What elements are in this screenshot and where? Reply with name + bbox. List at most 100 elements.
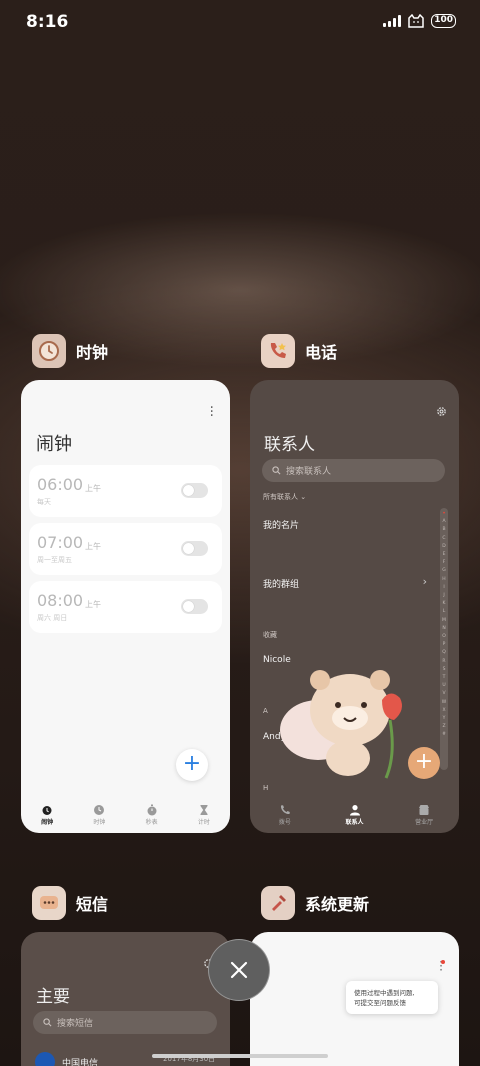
battery-icon: 100 (431, 14, 456, 28)
chevron-right-icon: › (422, 575, 427, 588)
add-alarm-button[interactable]: + (176, 749, 208, 781)
index-letter[interactable]: O (442, 633, 446, 641)
index-letter[interactable]: I (443, 584, 444, 592)
index-letter[interactable]: Q (442, 649, 446, 657)
section-letter: H (263, 784, 269, 792)
alarm-repeat: 每天 (37, 498, 51, 506)
clock-app-name: 时钟 (76, 343, 109, 362)
alarm-ampm: 上午 (85, 542, 101, 551)
phone-app-header[interactable]: 电话 (261, 334, 337, 368)
alphabet-index-scrollbar[interactable]: • A B C D E F G H I J K L M N O P Q R S T U V W X Y Z # (440, 508, 448, 770)
index-letter[interactable]: J (443, 592, 444, 600)
tooltip-line: 使用过程中遇到问题, (354, 989, 415, 997)
conversation-item[interactable]: 中国电信 (35, 1052, 98, 1066)
clock-app-card[interactable]: · · · 闹钟 06:00 上午 每天 07:00 上午 周一至周五 08:00 … (21, 380, 230, 833)
store-icon (419, 805, 430, 815)
sms-app-card[interactable]: 主要 搜索短信 中国电信 2017年8月30日 (21, 932, 230, 1066)
index-letter[interactable]: # (442, 731, 446, 739)
home-indicator[interactable] (152, 1054, 328, 1058)
tab-label: 秒表 (145, 819, 158, 826)
more-options-icon[interactable]: ··· (210, 401, 214, 423)
index-letter[interactable]: U (442, 682, 445, 690)
tab-label: 拨号 (278, 819, 291, 826)
update-app-header[interactable]: 系统更新 (261, 886, 369, 920)
alarm-toggle[interactable] (181, 483, 208, 498)
update-app-card[interactable]: ··· 使用过程中遇到问题, 可提交至问题反馈 (250, 932, 459, 1066)
sms-search-input[interactable]: 搜索短信 (33, 1011, 217, 1034)
index-letter[interactable]: B (442, 526, 445, 534)
china-telecom-logo (35, 1052, 55, 1066)
sender-name: 中国电信 (62, 1058, 99, 1066)
alarm-ampm: 上午 (85, 600, 101, 609)
notification-dot (441, 960, 445, 964)
phone-app-card[interactable]: 联系人 搜索联系人 所有联系人 ⌄ 我的名片 我的群组 › 收藏 Nicole … (250, 380, 459, 833)
alarm-toggle[interactable] (181, 599, 208, 614)
alarm-toggle[interactable] (181, 541, 208, 556)
update-app-name: 系统更新 (305, 895, 370, 914)
sms-app-icon[interactable] (32, 886, 66, 920)
alarm-time: 07:00 (37, 533, 84, 552)
clock-bottom-nav: 闹钟 时钟 秒表 计时 (21, 797, 230, 833)
tab-clock[interactable]: 时钟 (73, 797, 125, 833)
add-contact-button[interactable]: + (408, 747, 440, 779)
favorites-section-label: 收藏 (263, 631, 277, 639)
alarm-item[interactable]: 07:00 上午 周一至周五 (29, 523, 222, 575)
alarm-time: 08:00 (37, 591, 84, 610)
alarm-item[interactable]: 06:00 上午 每天 (29, 465, 222, 517)
index-letter[interactable]: E (443, 551, 446, 559)
signal-icon (383, 15, 402, 27)
index-letter[interactable]: P (443, 641, 446, 649)
index-letter[interactable]: G (442, 567, 446, 575)
alarm-ampm: 上午 (85, 484, 101, 493)
tab-label: 闹钟 (41, 819, 54, 826)
update-app-icon[interactable] (261, 886, 295, 920)
index-letter[interactable]: A (442, 518, 445, 526)
clock-app-icon[interactable] (32, 334, 66, 368)
sms-app-name: 短信 (76, 895, 109, 914)
my-card-item[interactable]: 我的名片 (263, 518, 299, 531)
index-letter[interactable]: K (443, 600, 446, 608)
index-letter[interactable]: W (442, 699, 446, 707)
status-time: 8:16 (26, 12, 69, 32)
index-letter[interactable]: F (443, 559, 446, 567)
all-contacts-label[interactable]: 所有联系人 ⌄ (263, 492, 306, 502)
tab-alarm[interactable]: 闹钟 (21, 797, 73, 833)
tab-service-hall[interactable]: 营业厅 (389, 797, 459, 833)
index-letter[interactable]: T (443, 674, 446, 682)
my-groups-item[interactable]: 我的群组 (263, 577, 299, 590)
index-letter[interactable]: H (442, 576, 445, 584)
phone-app-icon[interactable] (261, 334, 295, 368)
phone-app-name: 电话 (305, 343, 338, 362)
index-letter[interactable]: R (442, 658, 445, 666)
tab-label: 时钟 (93, 819, 106, 826)
contact-search-input[interactable]: 搜索联系人 (262, 459, 445, 482)
index-letter[interactable]: X (442, 707, 445, 715)
page-title: 闹钟 (36, 434, 72, 455)
index-letter[interactable]: V (442, 690, 445, 698)
index-letter[interactable]: L (443, 608, 446, 616)
clear-all-button[interactable] (208, 939, 270, 1001)
tab-contacts[interactable]: 联系人 (320, 797, 390, 833)
phone-handset-icon (280, 805, 290, 815)
tab-timer[interactable]: 计时 (178, 797, 230, 833)
stopwatch-icon (147, 804, 157, 816)
index-letter[interactable]: Z (442, 723, 445, 731)
tab-label: 计时 (197, 819, 210, 826)
clock-app-header[interactable]: 时钟 (32, 334, 108, 368)
sms-app-header[interactable]: 短信 (32, 886, 108, 920)
index-letter[interactable]: C (442, 535, 445, 543)
search-icon (43, 1018, 52, 1027)
page-title: 联系人 (264, 435, 315, 455)
phone-bottom-nav: 拨号 联系人 营业厅 (250, 797, 459, 833)
index-letter[interactable]: N (442, 625, 445, 633)
index-letter[interactable]: M (442, 617, 446, 625)
index-letter[interactable]: S (443, 666, 446, 674)
tab-stopwatch[interactable]: 秒表 (126, 797, 178, 833)
index-letter[interactable]: Y (443, 715, 446, 723)
index-letter[interactable]: D (442, 543, 445, 551)
search-placeholder: 搜索联系人 (286, 467, 332, 477)
gear-icon[interactable] (436, 406, 447, 417)
hourglass-icon (200, 805, 208, 815)
tab-dialer[interactable]: 拨号 (250, 797, 320, 833)
alarm-item[interactable]: 08:00 上午 周六 周日 (29, 581, 222, 633)
